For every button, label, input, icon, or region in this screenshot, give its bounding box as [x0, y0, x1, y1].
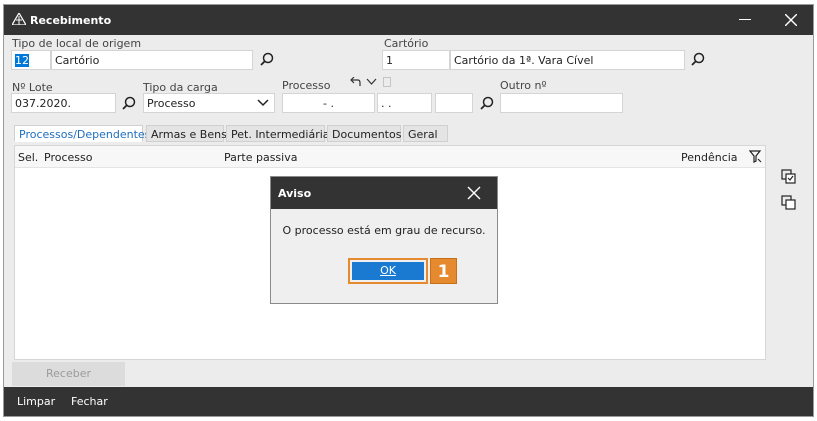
search-icon[interactable]: [260, 52, 274, 66]
search-icon[interactable]: [691, 52, 705, 66]
carga-select[interactable]: Processo: [143, 93, 275, 113]
app-logo-icon: [12, 13, 26, 25]
tab-armas-bens[interactable]: Armas e Bens: [146, 125, 227, 142]
lote-input[interactable]: 037.2020.: [11, 93, 116, 113]
aviso-dialog: Aviso O processo está em grau de recurso…: [270, 176, 498, 304]
receber-button[interactable]: Receber: [12, 362, 125, 386]
outro-label: Outro nº: [500, 79, 547, 92]
tab-pet-intermediaria[interactable]: Pet. Intermediária: [226, 125, 330, 142]
processo-extra-input[interactable]: [435, 93, 473, 113]
column-pendencia[interactable]: Pendência: [681, 151, 738, 164]
dialog-message: O processo está em grau de recurso.: [282, 224, 486, 237]
processo-number-input[interactable]: - .: [282, 93, 375, 113]
step-callout-badge: 1: [430, 258, 457, 284]
dialog-title: Aviso: [278, 187, 312, 200]
title-bar: Recebimento: [4, 5, 813, 35]
cartorio-name-input[interactable]: Cartório da 1ª. Vara Cível: [450, 50, 685, 70]
outro-input[interactable]: [500, 93, 623, 113]
fechar-button[interactable]: Fechar: [71, 395, 108, 408]
column-parte-passiva[interactable]: Parte passiva: [224, 151, 297, 164]
processo-label: Processo: [282, 79, 331, 92]
column-sel[interactable]: Sel.: [18, 151, 38, 164]
grid-header: Sel. Processo Parte passiva Pendência: [15, 146, 765, 168]
cartorio-code-input[interactable]: 1: [382, 50, 450, 70]
tab-documentos[interactable]: Documentos: [327, 125, 401, 142]
tab-geral[interactable]: Geral: [403, 125, 448, 142]
origem-name-input[interactable]: Cartório: [51, 50, 253, 70]
search-icon[interactable]: [480, 96, 494, 110]
limpar-button[interactable]: Limpar: [17, 395, 55, 408]
column-processo[interactable]: Processo: [44, 151, 92, 164]
close-window-icon[interactable]: [785, 14, 797, 26]
dialog-title-bar: Aviso: [271, 177, 497, 209]
origem-code-input[interactable]: 12: [11, 50, 51, 70]
minimize-button[interactable]: [739, 19, 751, 20]
ok-button[interactable]: OK: [352, 262, 424, 280]
chevron-down-icon: [257, 99, 269, 107]
tab-processos-dependentes[interactable]: Processos/Dependentes: [14, 125, 150, 142]
search-icon[interactable]: [122, 96, 136, 110]
origem-label: Tipo de local de origem: [12, 37, 142, 50]
copy-icon[interactable]: [781, 195, 796, 210]
cartorio-label: Cartório: [384, 37, 429, 50]
processo-suffix-input[interactable]: . .: [377, 93, 432, 113]
window-title: Recebimento: [30, 14, 112, 27]
close-icon[interactable]: [467, 186, 481, 200]
footer-bar: Limpar Fechar: [4, 387, 813, 416]
clipboard-icon[interactable]: [383, 77, 391, 87]
undo-icon[interactable]: [349, 77, 361, 87]
select-all-icon[interactable]: [781, 169, 796, 184]
ok-button-highlight: OK: [348, 258, 428, 284]
filter-icon[interactable]: [749, 150, 762, 163]
chevron-down-icon[interactable]: [366, 78, 377, 86]
